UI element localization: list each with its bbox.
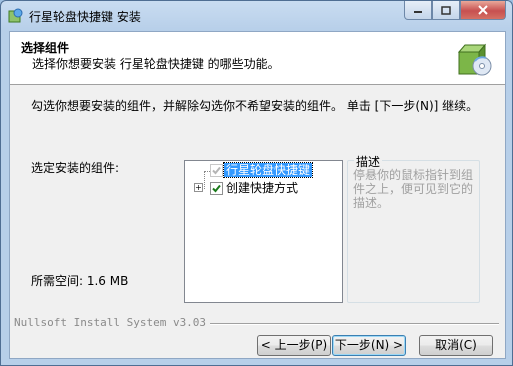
tree-item-shortcut[interactable]: 创建快捷方式 — [226, 181, 298, 195]
dialog-body: 选择组件 选择你想要安装 行星轮盘快捷键 的哪些功能。 勾选你想要安装的组件，并… — [9, 31, 506, 359]
check-icon — [212, 166, 221, 175]
minimize-icon — [414, 11, 422, 13]
next-button-label: 下一步(N) > — [334, 338, 404, 352]
instructions-text: 勾选你想要安装的组件，并解除勾选你不希望安装的组件。 单击 [下一步(N)] 继… — [31, 99, 479, 113]
components-tree[interactable]: 行星轮盘快捷键 + 创建快捷方式 — [184, 160, 343, 303]
minimize-button[interactable] — [404, 1, 432, 20]
components-label: 选定安装的组件: — [31, 161, 120, 175]
tree-connector — [204, 171, 205, 189]
check-icon — [212, 184, 221, 193]
window-controls — [404, 1, 506, 20]
cancel-button[interactable]: 取消(C) — [419, 335, 493, 356]
installer-window: 行星轮盘快捷键 安装 选择组件 选择你想要安装 行星轮盘快捷键 的哪些功能。 勾… — [0, 0, 513, 366]
installer-box-icon — [457, 43, 492, 76]
close-button[interactable] — [460, 1, 506, 20]
tree-item-main[interactable]: 行星轮盘快捷键 — [222, 162, 314, 178]
maximize-icon — [441, 5, 451, 15]
close-icon — [478, 5, 488, 15]
maximize-button[interactable] — [432, 1, 460, 20]
back-button[interactable]: < 上一步(P) — [257, 335, 331, 356]
installer-app-icon — [8, 8, 23, 23]
component-checkbox-main — [210, 164, 223, 177]
page-header: 选择组件 选择你想要安装 行星轮盘快捷键 的哪些功能。 — [10, 32, 505, 85]
expand-icon[interactable]: + — [194, 183, 203, 192]
page-title: 选择组件 — [21, 41, 70, 55]
page-subtitle: 选择你想要安装 行星轮盘快捷键 的哪些功能。 — [32, 57, 280, 71]
title-bar[interactable]: 行星轮盘快捷键 安装 — [1, 1, 512, 31]
back-button-label: < 上一步(P) — [260, 338, 328, 352]
cancel-button-label: 取消(C) — [435, 338, 477, 352]
component-checkbox-shortcut[interactable] — [210, 182, 223, 195]
description-text: 停悬你的鼠标指针到组件之上，便可见到它的描述。 — [353, 168, 474, 210]
next-button[interactable]: 下一步(N) > — [332, 335, 406, 356]
required-space-label: 所需空间: 1.6 MB — [31, 274, 129, 288]
nsis-branding: Nullsoft Install System v3.03 — [14, 316, 211, 329]
window-title: 行星轮盘快捷键 安装 — [29, 10, 141, 24]
